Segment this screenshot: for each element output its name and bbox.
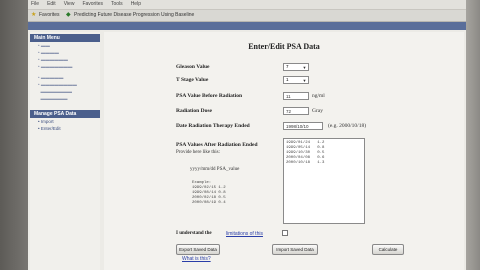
menu-tools[interactable]: Tools bbox=[111, 1, 123, 7]
gleason-value: 7 bbox=[286, 64, 289, 69]
tstage-select[interactable]: 1 ▼ bbox=[283, 76, 309, 84]
radiation-dose-input[interactable]: 72 bbox=[283, 107, 309, 115]
page-banner bbox=[28, 22, 466, 30]
gleason-select[interactable]: 7 ▼ bbox=[283, 63, 309, 71]
favorites-button[interactable]: Favorites bbox=[39, 12, 60, 18]
psa-before-unit: ng/ml bbox=[312, 93, 325, 99]
sidebar-item[interactable]: • ▬▬▬▬▬▬ bbox=[30, 56, 100, 63]
psa-after-label: PSA Values After Radiation Ended bbox=[176, 142, 258, 148]
browser-toolbar: ★ Favorites ◆ Predicting Future Disease … bbox=[28, 10, 466, 22]
sidebar-item[interactable]: • ▬▬▬▬▬▬▬▬ bbox=[30, 81, 100, 88]
example-row: 2000/08/19 0.4 bbox=[192, 201, 226, 205]
star-icon[interactable]: ★ bbox=[31, 11, 36, 18]
page-title: Enter/Edit PSA Data bbox=[248, 42, 320, 51]
radiation-dose-label: Radiation Dose bbox=[176, 108, 212, 114]
psa-after-textarea[interactable]: 1999/01/24 1.2 1999/05/14 0.8 1999/10/30… bbox=[283, 138, 365, 224]
chevron-down-icon: ▼ bbox=[302, 65, 307, 70]
import-button[interactable]: Import Saved Data bbox=[272, 244, 318, 255]
monitor-bezel-left bbox=[0, 0, 28, 270]
date-ended-input[interactable]: 1998/10/10 bbox=[283, 122, 323, 130]
sidebar: Main Menu • ▬▬ • ▬▬▬▬ • ▬▬▬▬▬▬ • ▬▬▬▬▬▬▬… bbox=[30, 32, 100, 270]
date-ended-label: Date Radiation Therapy Ended bbox=[176, 123, 250, 129]
psa-after-hint: Provide here like this: bbox=[176, 150, 221, 155]
date-ended-hint: (e.g. 2000/10/18) bbox=[328, 123, 367, 129]
page-icon: ◆ bbox=[66, 12, 71, 18]
psa-before-input[interactable]: 11 bbox=[283, 92, 309, 100]
browser-tab[interactable]: Predicting Future Disease Progression Us… bbox=[74, 12, 194, 18]
menu-view[interactable]: View bbox=[64, 1, 75, 7]
sidebar-section-main-menu: Main Menu bbox=[30, 34, 100, 42]
sidebar-item[interactable]: • ▬▬▬▬ bbox=[30, 49, 100, 56]
gleason-label: Gleason Value bbox=[176, 64, 210, 70]
menu-favorites[interactable]: Favorites bbox=[82, 1, 103, 7]
menu-file[interactable]: File bbox=[31, 1, 39, 7]
sidebar-item-label: Import bbox=[40, 119, 54, 124]
psa-before-label: PSA Value Before Radiation bbox=[176, 93, 243, 99]
limitations-link[interactable]: limitations of this bbox=[226, 231, 263, 237]
calculate-button[interactable]: Calculate bbox=[372, 244, 404, 255]
browser-window: File Edit View Favorites Tools Help ★ Favorit… bbox=[28, 0, 466, 270]
tstage-value: 1 bbox=[286, 77, 289, 82]
sidebar-item-import[interactable]: • Import bbox=[30, 118, 100, 125]
understand-checkbox[interactable] bbox=[282, 230, 288, 236]
sidebar-item-enter-edit[interactable]: • Enter/Edit bbox=[30, 125, 100, 132]
sidebar-item[interactable]: ▬▬▬▬▬▬▬ bbox=[30, 88, 100, 95]
radiation-dose-unit: Gray bbox=[312, 108, 323, 114]
sidebar-item[interactable]: • ▬▬ bbox=[30, 42, 100, 49]
sidebar-item[interactable]: • ▬▬▬▬▬ bbox=[30, 74, 100, 81]
monitor-bezel-right bbox=[466, 0, 480, 270]
export-button[interactable]: Export Saved Data bbox=[176, 244, 220, 255]
understand-label: I understand the bbox=[176, 231, 212, 236]
chevron-down-icon: ▼ bbox=[302, 78, 307, 83]
menu-edit[interactable]: Edit bbox=[47, 1, 56, 7]
browser-menubar: File Edit View Favorites Tools Help bbox=[28, 0, 466, 10]
sidebar-item[interactable]: • ▬▬▬▬▬▬▬ bbox=[30, 63, 100, 70]
menu-help[interactable]: Help bbox=[131, 1, 141, 7]
whatis-link[interactable]: What is this? bbox=[182, 256, 211, 262]
sidebar-section-manage-psa: Manage PSA Data bbox=[30, 110, 100, 118]
tstage-label: T Stage Value bbox=[176, 77, 209, 83]
psa-format-text: yyyy/mm/dd PSA_value bbox=[190, 167, 240, 172]
form-panel: Enter/Edit PSA Data Gleason Value 7 ▼ T … bbox=[104, 32, 464, 270]
sidebar-item[interactable]: ▬▬▬▬▬▬ bbox=[30, 95, 100, 102]
sidebar-item-label: Enter/Edit bbox=[40, 126, 61, 131]
